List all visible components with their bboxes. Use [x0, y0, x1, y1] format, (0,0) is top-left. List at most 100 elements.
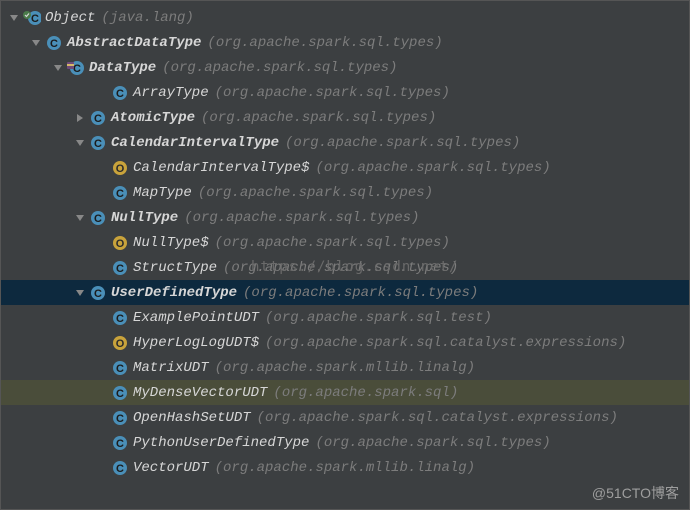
- class-hierarchy-tree: C Object (java.lang) C AbstractDataType (org.…: [1, 1, 689, 480]
- node-name: VectorUDT: [133, 460, 209, 476]
- node-name: MyDenseVectorUDT: [133, 385, 267, 401]
- svg-text:C: C: [94, 288, 102, 300]
- svg-text:C: C: [116, 363, 124, 375]
- svg-text:C: C: [116, 313, 124, 325]
- tree-row[interactable]: CAtomicType(org.apache.spark.sql.types): [1, 105, 689, 130]
- node-package: (org.apache.spark.mllib.linalg): [215, 460, 475, 476]
- svg-text:C: C: [50, 38, 58, 50]
- node-package: (java.lang): [101, 10, 193, 26]
- node-name: CalendarIntervalType: [111, 135, 279, 151]
- tree-row[interactable]: C Object (java.lang): [1, 5, 689, 30]
- node-name: AbstractDataType: [67, 35, 201, 51]
- object-icon: O: [111, 234, 129, 252]
- tree-row[interactable]: C UserDefinedType (org.apache.spark.sql.ty…: [1, 280, 689, 305]
- node-package: (org.apache.spark.mllib.linalg): [215, 360, 475, 376]
- expand-arrow-down-icon[interactable]: [51, 61, 65, 75]
- svg-text:O: O: [116, 238, 125, 250]
- class-icon: C: [111, 409, 129, 427]
- object-icon: O: [111, 159, 129, 177]
- svg-text:C: C: [94, 213, 102, 225]
- node-name: OpenHashSetUDT: [133, 410, 251, 426]
- node-package: (org.apache.spark.sql.types): [215, 85, 450, 101]
- node-package: (org.apache.spark.sql.types): [243, 285, 478, 301]
- class-icon: C: [111, 184, 129, 202]
- node-name: MatrixUDT: [133, 360, 209, 376]
- svg-text:C: C: [116, 413, 124, 425]
- node-name: UserDefinedType: [111, 285, 237, 301]
- tree-row[interactable]: O NullType$ (org.apache.spark.sql.types): [1, 230, 689, 255]
- tree-row[interactable]: C AbstractDataType (org.apache.spark.sql.t…: [1, 30, 689, 55]
- class-icon: C: [67, 59, 85, 77]
- class-icon: C: [111, 259, 129, 277]
- node-package: (org.apache.spark.sql.types): [215, 235, 450, 251]
- tree-row[interactable]: O HyperLogLogUDT$ (org.apache.spark.sql.ca…: [1, 330, 689, 355]
- svg-text:C: C: [73, 63, 81, 75]
- tree-row[interactable]: C MapType (org.apache.spark.sql.types): [1, 180, 689, 205]
- watermark-source: @51CTO博客: [592, 483, 679, 503]
- node-package: (org.apache.spark.sql.catalyst.expressio…: [265, 335, 626, 351]
- expand-arrow-right-icon[interactable]: [73, 111, 87, 125]
- node-name: ExamplePointUDT: [133, 310, 259, 326]
- class-icon: C: [45, 34, 63, 52]
- node-name: ArrayType: [133, 85, 209, 101]
- class-icon: C: [111, 434, 129, 452]
- class-icon: C: [89, 209, 107, 227]
- node-package: (org.apache.spark.sql.types): [315, 160, 550, 176]
- node-name: AtomicType: [111, 110, 195, 126]
- node-package: (org.apache.spark.sql.test): [265, 310, 492, 326]
- node-name: NullType$: [133, 235, 209, 251]
- svg-text:C: C: [116, 263, 124, 275]
- node-name: CalendarIntervalType$: [133, 160, 309, 176]
- tree-row[interactable]: C OpenHashSetUDT (org.apache.spark.sql.cat…: [1, 405, 689, 430]
- tree-row[interactable]: C MatrixUDT (org.apache.spark.mllib.linalg…: [1, 355, 689, 380]
- svg-text:O: O: [116, 163, 125, 175]
- node-name: NullType: [111, 210, 178, 226]
- tree-row[interactable]: C ExamplePointUDT (org.apache.spark.sql.te…: [1, 305, 689, 330]
- class-icon: C: [89, 284, 107, 302]
- node-name: MapType: [133, 185, 192, 201]
- tree-row[interactable]: O CalendarIntervalType$ (org.apache.spark.…: [1, 155, 689, 180]
- node-package: (org.apache.spark.sql.types): [315, 435, 550, 451]
- expand-arrow-down-icon[interactable]: [29, 36, 43, 50]
- class-icon: C: [111, 359, 129, 377]
- tree-row[interactable]: CCalendarIntervalType (org.apache.spark.s…: [1, 130, 689, 155]
- svg-text:C: C: [31, 13, 39, 25]
- node-name: Object: [45, 10, 95, 26]
- node-name: StructType: [133, 260, 217, 276]
- svg-text:C: C: [116, 188, 124, 200]
- node-package: (org.apache.spark.sql.types): [207, 35, 442, 51]
- tree-row[interactable]: C NullType (org.apache.spark.sql.types): [1, 205, 689, 230]
- class-icon: C: [111, 459, 129, 477]
- node-name: PythonUserDefinedType: [133, 435, 309, 451]
- svg-text:C: C: [116, 88, 124, 100]
- svg-text:C: C: [116, 463, 124, 475]
- tree-row[interactable]: C MyDenseVectorUDT (org.apache.spark.sql): [1, 380, 689, 405]
- svg-text:C: C: [94, 113, 102, 125]
- node-name: HyperLogLogUDT$: [133, 335, 259, 351]
- class-icon: C: [89, 109, 107, 127]
- class-icon: C: [23, 9, 41, 27]
- svg-text:O: O: [116, 338, 125, 350]
- class-icon: C: [111, 309, 129, 327]
- node-package: (org.apache.spark.sql.types): [184, 210, 419, 226]
- object-icon: O: [111, 334, 129, 352]
- node-package: (org.apache.spark.sql.types): [223, 260, 458, 276]
- tree-row[interactable]: C DataType (org.apache.spark.sql.types): [1, 55, 689, 80]
- node-package: (org.apache.spark.sql.types): [162, 60, 397, 76]
- node-name: DataType: [89, 60, 156, 76]
- tree-row[interactable]: C StructType (org.apache.spark.sql.types): [1, 255, 689, 280]
- tree-row[interactable]: C PythonUserDefinedType (org.apache.spark.…: [1, 430, 689, 455]
- node-package: (org.apache.spark.sql): [273, 385, 458, 401]
- expand-arrow-down-icon[interactable]: [73, 286, 87, 300]
- svg-text:C: C: [116, 438, 124, 450]
- expand-arrow-down-icon[interactable]: [73, 211, 87, 225]
- node-package: (org.apache.spark.sql.catalyst.expressio…: [257, 410, 618, 426]
- node-package: (org.apache.spark.sql.types): [285, 135, 520, 151]
- class-icon: C: [89, 134, 107, 152]
- tree-row[interactable]: C ArrayType (org.apache.spark.sql.types): [1, 80, 689, 105]
- node-package: (org.apache.spark.sql.types): [198, 185, 433, 201]
- expand-arrow-down-icon[interactable]: [7, 11, 21, 25]
- expand-arrow-down-icon[interactable]: [73, 136, 87, 150]
- svg-text:C: C: [116, 388, 124, 400]
- tree-row[interactable]: C VectorUDT (org.apache.spark.mllib.linalg…: [1, 455, 689, 480]
